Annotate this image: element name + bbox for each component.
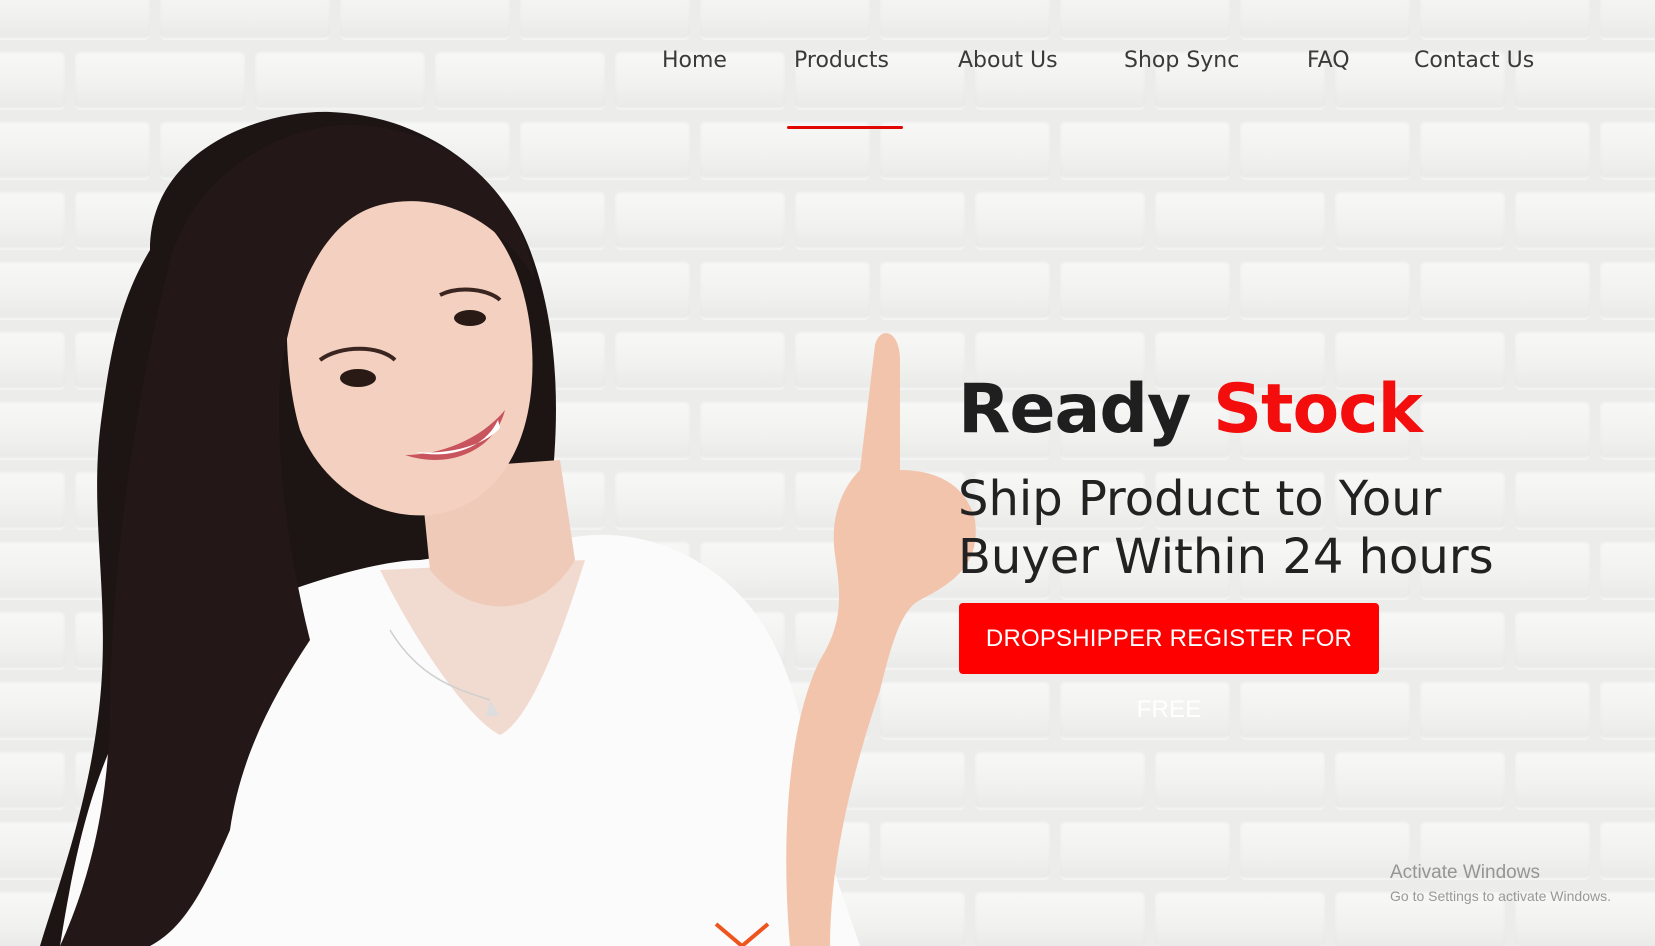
nav-item-faq[interactable]: FAQ <box>1307 48 1350 73</box>
hero-title-stock: Stock <box>1213 370 1423 449</box>
activate-windows-watermark: Activate Windows Go to Settings to activ… <box>1390 862 1611 904</box>
hero-subtitle-line1: Ship Product to Your <box>958 471 1442 527</box>
nav-item-about-us[interactable]: About Us <box>958 48 1058 73</box>
hero-title: Ready Stock <box>958 370 1423 449</box>
hero-title-ready: Ready <box>958 370 1191 449</box>
watermark-subtitle: Go to Settings to activate Windows. <box>1390 888 1611 904</box>
nav-item-products[interactable]: Products <box>794 48 889 73</box>
watermark-title: Activate Windows <box>1390 862 1540 883</box>
nav-item-contact-us[interactable]: Contact Us <box>1414 48 1534 73</box>
hero-section: Home Products About Us Shop Sync FAQ Con… <box>0 0 1655 946</box>
nav-item-home[interactable]: Home <box>662 48 727 73</box>
hero-subtitle: Ship Product to Your Buyer Within 24 hou… <box>958 470 1578 586</box>
nav-item-shop-sync[interactable]: Shop Sync <box>1124 48 1239 73</box>
nav-active-indicator <box>787 126 903 129</box>
chevron-down-icon[interactable] <box>712 918 772 946</box>
dropshipper-register-button[interactable]: DROPSHIPPER REGISTER FOR FREE <box>959 603 1379 723</box>
hero-subtitle-line2: Buyer Within 24 hours <box>958 529 1494 585</box>
